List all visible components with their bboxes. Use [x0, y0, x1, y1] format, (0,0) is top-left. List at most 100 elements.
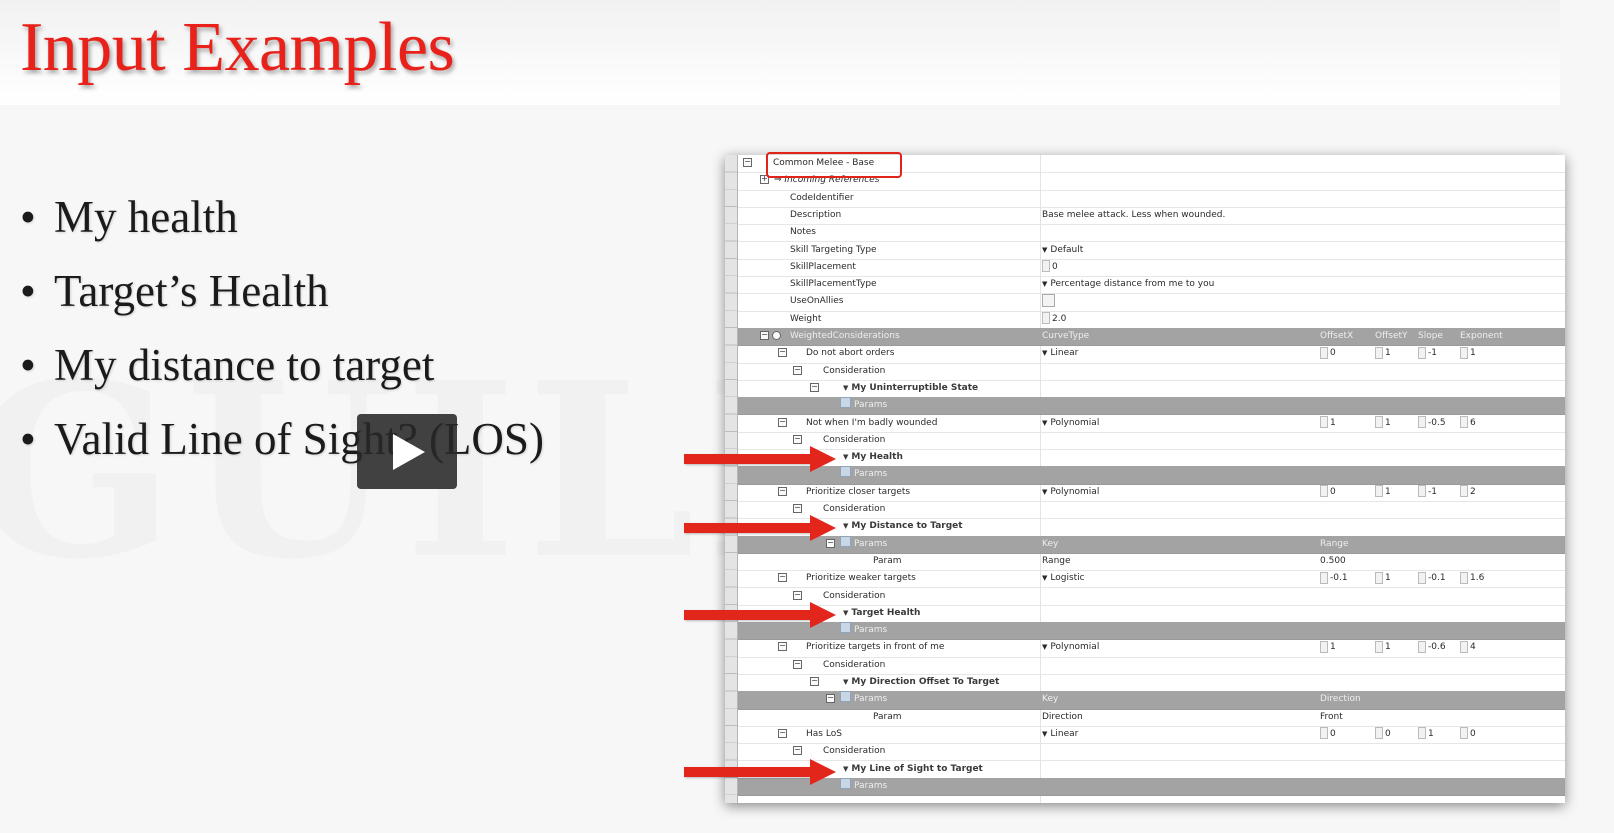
spinner-icon[interactable] — [1320, 485, 1328, 498]
spinner-icon[interactable] — [1375, 571, 1383, 584]
collapse-icon[interactable]: − — [793, 504, 802, 513]
spinner-icon[interactable] — [1418, 640, 1426, 653]
curve-param-value[interactable]: 1 — [1375, 570, 1391, 587]
dropdown-arrow-icon[interactable]: ▼ — [1042, 643, 1047, 651]
input-name[interactable]: ▼ My Health — [843, 449, 903, 466]
spinner-icon[interactable] — [1042, 260, 1050, 273]
collapse-icon[interactable]: − — [778, 642, 787, 652]
collapse-icon[interactable]: − — [778, 573, 787, 583]
collapse-icon[interactable]: − — [826, 694, 835, 704]
curve-param-value[interactable]: -0.1 — [1320, 570, 1348, 587]
dropdown-arrow-icon[interactable]: ▼ — [1042, 349, 1047, 357]
collapse-icon[interactable]: − — [793, 434, 802, 444]
spinner-icon[interactable] — [1042, 312, 1050, 325]
spinner-icon[interactable] — [1418, 727, 1426, 740]
property-row[interactable]: Skill Targeting Type ▼ Default — [738, 242, 1565, 260]
consideration-type-row[interactable]: − Consideration — [738, 363, 1565, 381]
curve-param-value[interactable]: 1.6 — [1460, 570, 1484, 587]
spinner-icon[interactable] — [1375, 416, 1383, 428]
spinner-icon[interactable] — [1320, 571, 1328, 584]
dropdown-arrow-icon[interactable]: ▼ — [843, 453, 848, 461]
dropdown-arrow-icon[interactable]: ▼ — [843, 765, 848, 773]
input-row[interactable]: − ▼ My Health — [738, 449, 1565, 468]
collapse-icon[interactable]: − — [793, 746, 802, 756]
spinner-icon[interactable] — [1320, 727, 1328, 740]
consideration-type-row[interactable]: − Consideration — [738, 588, 1565, 606]
collapse-icon[interactable]: − — [793, 659, 802, 669]
spinner-icon[interactable] — [1418, 485, 1426, 498]
consideration-type-row[interactable]: − Consideration — [738, 501, 1565, 520]
input-row[interactable]: − ▼ My Direction Offset To Target — [738, 674, 1565, 693]
curve-param-value[interactable]: -0.6 — [1418, 639, 1446, 656]
property-value[interactable]: 0 — [1042, 259, 1058, 276]
spinner-icon[interactable] — [1460, 571, 1468, 584]
dropdown-arrow-icon[interactable]: ▼ — [1042, 280, 1047, 288]
dropdown-arrow-icon[interactable]: ▼ — [1042, 246, 1047, 254]
play-button[interactable] — [357, 414, 457, 489]
dropdown-arrow-icon[interactable]: ▼ — [1042, 730, 1047, 738]
consideration-row[interactable]: − Do not abort orders ▼ Linear 0 1 -1 1 — [738, 345, 1565, 364]
input-row[interactable]: − ▼ My Uninterruptible State — [738, 380, 1565, 399]
curve-param-value[interactable]: -1 — [1418, 345, 1437, 362]
collapse-icon[interactable]: − — [778, 417, 787, 427]
property-row[interactable]: SkillPlacement 0 — [738, 259, 1565, 278]
curve-param-value[interactable]: 1 — [1320, 415, 1336, 432]
dropdown-arrow-icon[interactable]: ▼ — [843, 678, 848, 686]
collapse-icon[interactable]: − — [778, 728, 787, 738]
collapse-icon[interactable]: − — [778, 348, 787, 358]
checkbox[interactable] — [1042, 293, 1055, 310]
dropdown-arrow-icon[interactable]: ▼ — [1042, 574, 1047, 582]
property-value[interactable]: Base melee attack. Less when wounded. — [1042, 207, 1225, 224]
curve-param-value[interactable]: 1 — [1375, 415, 1391, 432]
consideration-row[interactable]: − Prioritize closer targets ▼ Polynomial 0 1 -… — [738, 484, 1565, 502]
spinner-icon[interactable] — [1320, 416, 1328, 428]
collapse-icon[interactable]: − — [810, 677, 819, 686]
dropdown-arrow-icon[interactable]: ▼ — [843, 522, 848, 530]
spinner-icon[interactable] — [1460, 640, 1468, 653]
weighted-considerations-header[interactable]: − WeightedConsiderations CurveType OffsetX O… — [738, 328, 1565, 347]
input-row[interactable]: − ▼ Target Health — [738, 605, 1565, 624]
curve-param-value[interactable]: 1 — [1320, 639, 1336, 656]
curve-type-select[interactable]: ▼ Logistic — [1042, 570, 1085, 587]
property-value[interactable]: ▼ Default — [1042, 242, 1083, 259]
spinner-icon[interactable] — [1320, 640, 1328, 653]
collapse-icon[interactable]: − — [810, 382, 819, 392]
param-row[interactable]: Param Range 0.500 — [738, 553, 1565, 572]
property-value[interactable]: 2.0 — [1042, 311, 1066, 328]
curve-param-value[interactable]: -1 — [1418, 484, 1437, 501]
curve-param-value[interactable]: 2 — [1460, 484, 1476, 501]
params-header[interactable]: − Params Key Direction — [738, 691, 1565, 710]
collapse-icon[interactable]: − — [793, 590, 802, 600]
consideration-type-row[interactable]: − Consideration — [738, 657, 1565, 675]
curve-param-value[interactable]: 0 — [1460, 726, 1476, 743]
input-name[interactable]: ▼ Target Health — [843, 605, 920, 622]
spinner-icon[interactable] — [1375, 640, 1383, 653]
input-name[interactable]: ▼ My Uninterruptible State — [843, 380, 978, 397]
curve-param-value[interactable]: 1 — [1375, 484, 1391, 501]
spinner-icon[interactable] — [1418, 571, 1426, 584]
consideration-row[interactable]: − Has LoS ▼ Linear 0 0 1 0 — [738, 726, 1565, 745]
param-row[interactable]: Param Direction Front — [738, 709, 1565, 727]
input-name[interactable]: ▼ My Direction Offset To Target — [843, 674, 999, 691]
gear-icon[interactable] — [772, 331, 781, 340]
consideration-row[interactable]: − Prioritize weaker targets ▼ Logistic -0.1 1… — [738, 570, 1565, 589]
property-row[interactable]: Description Base melee attack. Less when … — [738, 207, 1565, 226]
property-row[interactable]: UseOnAllies — [738, 293, 1565, 312]
spinner-icon[interactable] — [1418, 416, 1426, 428]
input-name[interactable]: ▼ My Line of Sight to Target — [843, 761, 983, 778]
collapse-icon[interactable]: − — [743, 158, 752, 167]
dropdown-arrow-icon[interactable]: ▼ — [843, 384, 848, 392]
params-header[interactable]: Params — [738, 777, 1565, 797]
curve-param-value[interactable]: 1 — [1375, 345, 1391, 362]
collapse-icon[interactable]: − — [793, 365, 802, 375]
spinner-icon[interactable] — [1460, 346, 1468, 359]
curve-type-select[interactable]: ▼ Linear — [1042, 726, 1078, 743]
spinner-icon[interactable] — [1375, 485, 1383, 498]
property-row[interactable]: Weight 2.0 — [738, 311, 1565, 329]
dropdown-arrow-icon[interactable]: ▼ — [843, 609, 848, 617]
input-name[interactable]: ▼ My Distance to Target — [843, 518, 963, 535]
consideration-type-row[interactable]: − Consideration — [738, 743, 1565, 762]
collapse-icon[interactable]: − — [760, 331, 769, 340]
curve-type-select[interactable]: ▼ Polynomial — [1042, 415, 1099, 432]
dropdown-arrow-icon[interactable]: ▼ — [1042, 419, 1047, 427]
